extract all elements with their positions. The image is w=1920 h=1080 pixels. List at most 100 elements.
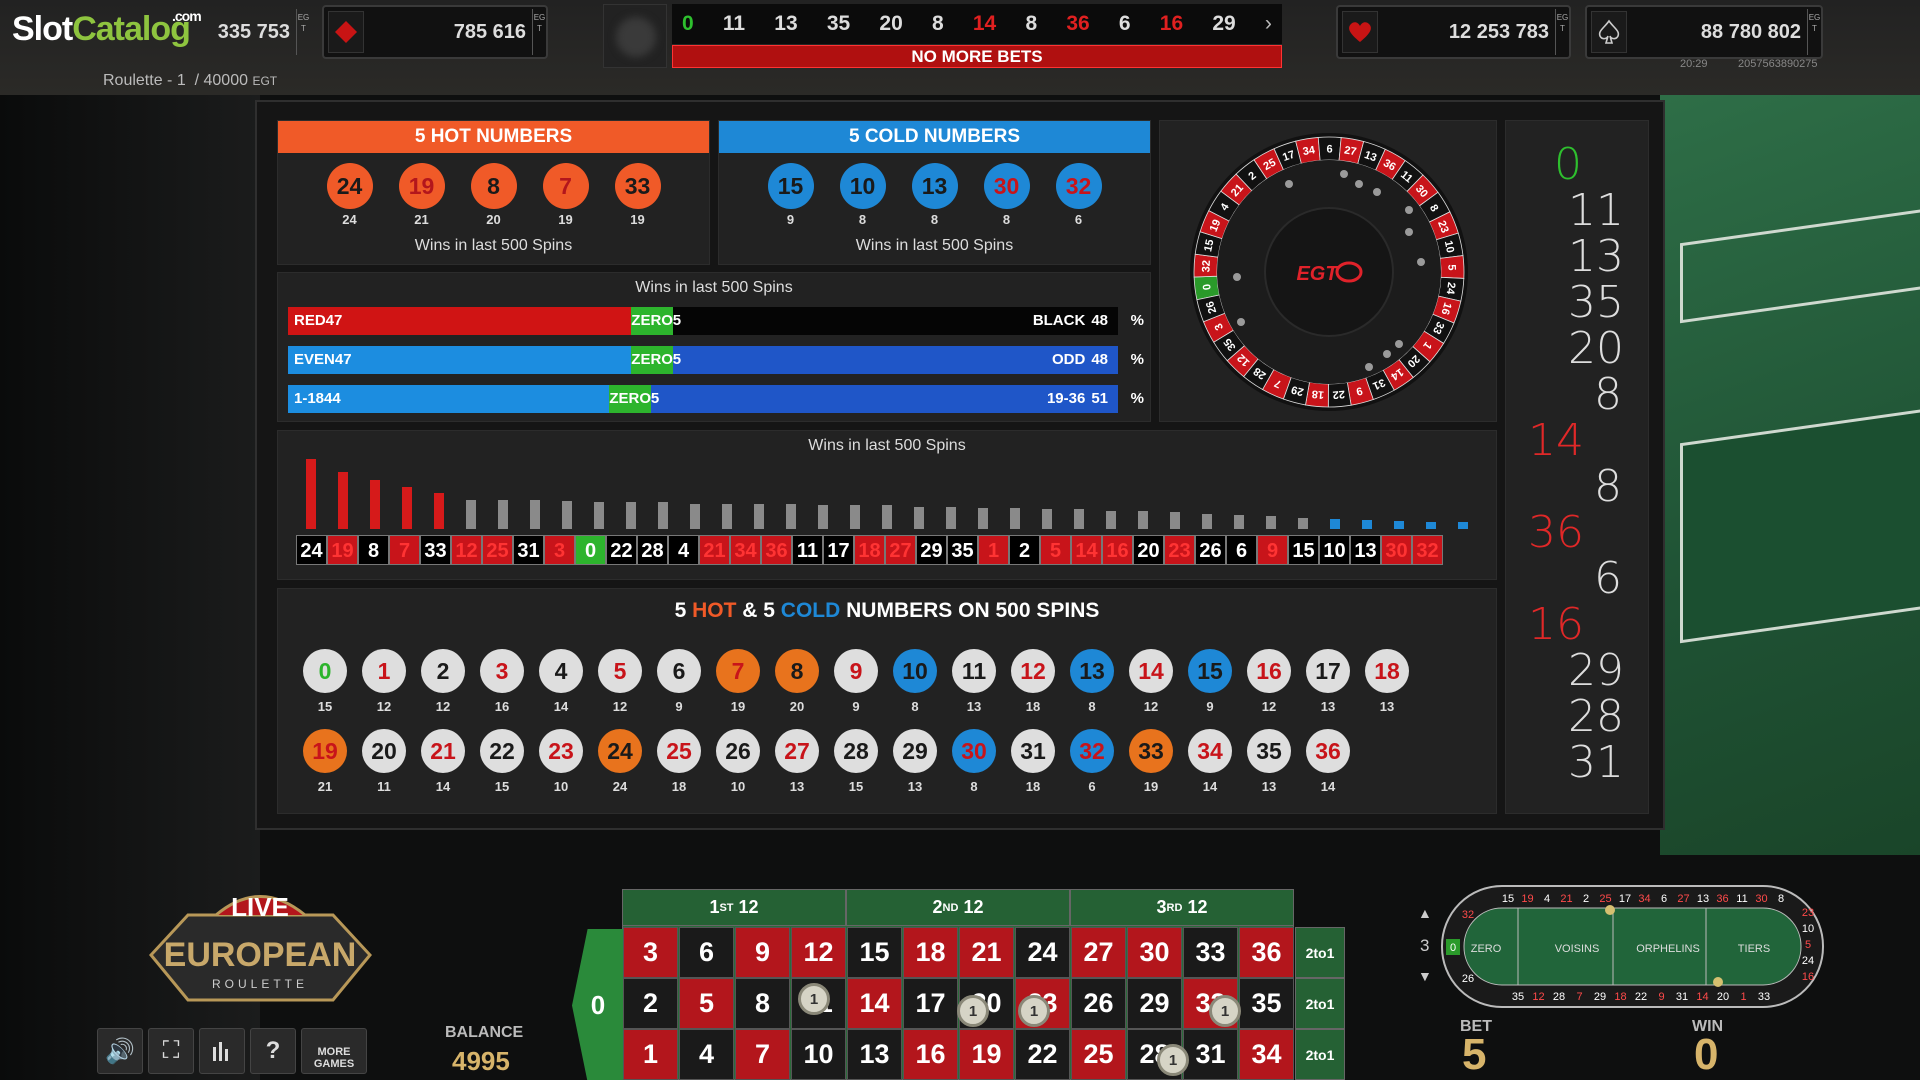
number-15-cell[interactable]: 15 — [847, 927, 902, 978]
number-8-cell[interactable]: 8 — [735, 978, 790, 1029]
hot-numbers-list: 24 24 19 21 8 20 7 19 33 19 — [278, 163, 709, 227]
dozen-1-button[interactable]: 1 ST 12 — [622, 889, 846, 926]
site-logo: SlotCatalog .com — [12, 8, 202, 48]
frequency-number: 10 — [1319, 535, 1350, 565]
column-3-button[interactable]: 2to1 — [1295, 927, 1345, 978]
number-ball: 32 — [1070, 729, 1114, 773]
number-count: 19 — [1143, 779, 1159, 794]
hot-number-count: 24 — [342, 212, 357, 227]
bet-chip[interactable]: 1 — [1018, 995, 1050, 1027]
column-2-button[interactable]: 2to1 — [1295, 978, 1345, 1029]
race-number: 10 — [1802, 923, 1814, 935]
race-number: 13 — [1697, 893, 1709, 905]
number-24-cell[interactable]: 24 — [1015, 927, 1070, 978]
bet-chip[interactable]: 1 — [1157, 1044, 1189, 1076]
number-30-cell[interactable]: 30 — [1127, 927, 1182, 978]
bet-chip[interactable]: 1 — [798, 983, 830, 1015]
hot-number-count: 21 — [414, 212, 429, 227]
round-time: 20:29 — [1680, 58, 1708, 70]
percentage-caption: Wins in last 500 Spins — [635, 279, 793, 296]
number-29-cell[interactable]: 29 — [1127, 978, 1182, 1029]
number-ball: 6 — [657, 649, 701, 693]
number-7-cell[interactable]: 7 — [735, 1029, 790, 1080]
number-count: 9 — [1206, 699, 1214, 714]
number-13-cell[interactable]: 13 — [847, 1029, 902, 1080]
frequency-bar — [594, 502, 604, 529]
number-12-cell[interactable]: 12 — [791, 927, 846, 978]
race-number: 9 — [1658, 991, 1664, 1003]
number-5-cell[interactable]: 5 — [679, 978, 734, 1029]
history-number: 16 — [1528, 599, 1584, 650]
racetrack[interactable]: 15 19 4 21 2 25 17 34 6 27 13 36 11 30 835 12 28 7 29 18 22 9… — [1440, 884, 1825, 1009]
cold-number-item: 13 8 — [899, 163, 971, 227]
statistics-icon[interactable] — [199, 1028, 245, 1074]
history-number: 14 — [1528, 415, 1584, 466]
number-19-cell[interactable]: 19 — [959, 1029, 1014, 1080]
number-35-cell[interactable]: 35 — [1239, 978, 1294, 1029]
number-22-cell[interactable]: 22 — [1015, 1029, 1070, 1080]
dozen-2-button[interactable]: 2 ND 12 — [846, 889, 1070, 926]
number-count: 14 — [1320, 779, 1336, 794]
zero-button[interactable]: 0 — [572, 929, 624, 1080]
number-18-cell[interactable]: 18 — [903, 927, 958, 978]
number-1-cell[interactable]: 1 — [623, 1029, 678, 1080]
number-count: 13 — [966, 699, 982, 714]
number-33-cell[interactable]: 33 — [1183, 927, 1238, 978]
help-button[interactable]: ? — [250, 1028, 296, 1074]
fullscreen-icon[interactable]: ⛶ — [148, 1028, 194, 1074]
history-number: 28 — [1568, 691, 1624, 742]
number-3-cell[interactable]: 3 — [623, 927, 678, 978]
dozen-3-button[interactable]: 3 RD 12 — [1070, 889, 1294, 926]
last-number: 11 — [722, 12, 746, 35]
number-9-cell[interactable]: 9 — [735, 927, 790, 978]
number-2-cell[interactable]: 2 — [623, 978, 678, 1029]
bet-value: 5 — [1462, 1030, 1487, 1079]
hot-number-item: 24 24 — [314, 163, 386, 227]
balance-label: BALANCE — [445, 1024, 524, 1041]
number-26-cell[interactable]: 26 — [1071, 978, 1126, 1029]
number-21-cell[interactable]: 21 — [959, 927, 1014, 978]
dealer-avatar — [603, 4, 667, 68]
frequency-bar — [402, 487, 412, 529]
number-36-cell[interactable]: 36 — [1239, 927, 1294, 978]
number-31-cell[interactable]: 31 — [1183, 1029, 1238, 1080]
bet-chip[interactable]: 1 — [957, 995, 989, 1027]
number-ball: 30 — [952, 729, 996, 773]
frequency-bar — [978, 508, 988, 529]
percentage-zero: ZERO — [631, 307, 673, 335]
number-25-cell[interactable]: 25 — [1071, 1029, 1126, 1080]
frequency-number: 26 — [1195, 535, 1226, 565]
cold-number-ball: 32 — [1055, 163, 1102, 209]
race-number: 11 — [1736, 893, 1747, 905]
number-count: 20 — [789, 699, 805, 714]
number-ball: 24 — [598, 729, 642, 773]
wheel-diamond — [1355, 180, 1363, 188]
number-10-cell[interactable]: 10 — [791, 1029, 846, 1080]
last-number: 14 — [972, 12, 997, 35]
more-games-button[interactable]: MORE GAMES — [301, 1028, 367, 1074]
number-34-cell[interactable]: 34 — [1239, 1029, 1294, 1080]
number-16-cell[interactable]: 16 — [903, 1029, 958, 1080]
column-1-button[interactable]: 2to1 — [1295, 1029, 1345, 1080]
neighbours-up-icon[interactable]: ▲ — [1418, 905, 1432, 921]
number-ball: 16 — [1247, 649, 1291, 693]
number-14-cell[interactable]: 14 — [847, 978, 902, 1029]
hot-number-ball: 19 — [398, 163, 445, 209]
race-number: 17 — [1619, 893, 1631, 905]
next-arrow-icon[interactable]: › — [1265, 12, 1272, 36]
neighbours-down-icon[interactable]: ▼ — [1418, 968, 1432, 984]
frequency-bar — [690, 503, 700, 529]
frequency-number: 35 — [947, 535, 978, 565]
number-6-cell[interactable]: 6 — [679, 927, 734, 978]
frequency-number: 17 — [823, 535, 854, 565]
history-number: 11 — [1568, 185, 1624, 236]
sound-icon[interactable]: 🔊 — [97, 1028, 143, 1074]
race-number: 25 — [1599, 893, 1611, 905]
jackpot-diamond-box: 785 616 EGT — [322, 5, 548, 59]
number-ball: 20 — [362, 729, 406, 773]
number-4-cell[interactable]: 4 — [679, 1029, 734, 1080]
number-17-cell[interactable]: 17 — [903, 978, 958, 1029]
number-27-cell[interactable]: 27 — [1071, 927, 1126, 978]
bet-chip[interactable]: 1 — [1209, 995, 1241, 1027]
race-chip — [1605, 905, 1615, 915]
